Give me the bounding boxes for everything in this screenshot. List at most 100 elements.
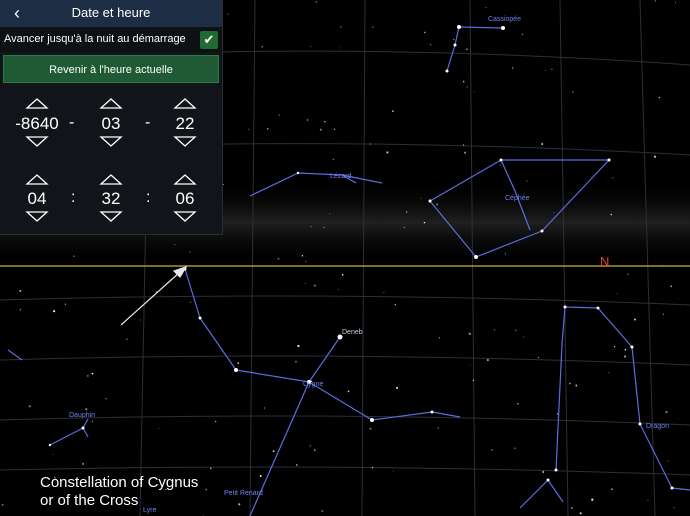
bright-star bbox=[453, 43, 457, 47]
star bbox=[238, 503, 241, 506]
checkmark-icon[interactable]: ✔ bbox=[200, 31, 218, 49]
star bbox=[553, 212, 555, 214]
star bbox=[523, 336, 525, 338]
star bbox=[436, 203, 439, 206]
constellation-line bbox=[454, 26, 460, 46]
hour-up-icon[interactable] bbox=[25, 174, 49, 185]
night-option-row[interactable]: Avancer jusqu'à la nuit au démarrage ✔ bbox=[0, 28, 222, 52]
label-lezard: Lézard bbox=[330, 173, 352, 180]
star bbox=[403, 227, 405, 229]
constellation-line bbox=[371, 411, 433, 421]
star bbox=[514, 329, 517, 332]
minute-value[interactable]: 32 bbox=[91, 189, 131, 209]
star bbox=[264, 407, 266, 409]
constellation-line bbox=[671, 487, 690, 491]
star bbox=[82, 462, 84, 465]
constellation-line bbox=[639, 423, 673, 489]
year-down-icon[interactable] bbox=[25, 136, 49, 147]
constellation-line bbox=[7, 349, 23, 361]
hour-value[interactable]: 04 bbox=[17, 189, 57, 209]
bright-star bbox=[499, 158, 503, 162]
star bbox=[394, 303, 396, 306]
label-petit-renard: Petit Renard bbox=[224, 490, 263, 497]
day-down-icon[interactable] bbox=[173, 136, 197, 147]
star bbox=[406, 211, 408, 213]
constellation-line bbox=[184, 268, 201, 319]
star bbox=[310, 46, 312, 47]
star bbox=[438, 337, 441, 339]
bright-star bbox=[198, 316, 202, 320]
star bbox=[332, 158, 334, 160]
star bbox=[85, 408, 88, 411]
day-up-icon[interactable] bbox=[173, 98, 197, 109]
second-down-icon[interactable] bbox=[173, 211, 197, 222]
constellation-line bbox=[555, 343, 563, 471]
star bbox=[337, 288, 339, 290]
day-value[interactable]: 22 bbox=[165, 114, 205, 134]
star bbox=[310, 226, 312, 228]
star bbox=[486, 359, 489, 361]
label-dauphin: Dauphin bbox=[69, 412, 95, 419]
bright-star bbox=[554, 468, 558, 472]
bright-star bbox=[428, 199, 432, 203]
star bbox=[491, 449, 493, 451]
hour-down-icon[interactable] bbox=[25, 211, 49, 222]
reset-time-button[interactable]: Revenir à l'heure actuelle bbox=[3, 55, 219, 83]
star bbox=[512, 67, 514, 69]
star bbox=[174, 244, 176, 246]
star bbox=[485, 7, 487, 8]
star bbox=[323, 120, 326, 123]
star bbox=[665, 410, 668, 414]
month-up-icon[interactable] bbox=[99, 98, 123, 109]
star bbox=[158, 428, 160, 430]
star bbox=[466, 86, 468, 88]
star bbox=[259, 475, 262, 477]
bright-star bbox=[638, 422, 642, 426]
month-value[interactable]: 03 bbox=[91, 114, 131, 134]
month-down-icon[interactable] bbox=[99, 136, 123, 147]
annotation-arrow-icon bbox=[120, 265, 188, 326]
star bbox=[305, 260, 307, 262]
second-up-icon[interactable] bbox=[173, 174, 197, 185]
star bbox=[267, 128, 269, 130]
constellation-line bbox=[564, 306, 599, 309]
star bbox=[297, 344, 300, 348]
star bbox=[64, 303, 67, 305]
star bbox=[329, 213, 331, 215]
star bbox=[437, 427, 440, 429]
bright-star bbox=[370, 418, 374, 422]
bright-star bbox=[546, 478, 550, 482]
star bbox=[91, 420, 94, 423]
star bbox=[347, 390, 350, 393]
star bbox=[189, 251, 191, 253]
second-value[interactable]: 06 bbox=[165, 189, 205, 209]
star bbox=[537, 357, 539, 359]
star bbox=[465, 48, 468, 51]
star bbox=[551, 68, 553, 70]
star bbox=[627, 273, 629, 275]
constellation-line bbox=[82, 418, 89, 429]
time-separator-1: : bbox=[71, 189, 76, 206]
star bbox=[499, 164, 501, 166]
star bbox=[91, 372, 94, 375]
year-up-icon[interactable] bbox=[25, 98, 49, 109]
star bbox=[248, 128, 250, 130]
constellation-line bbox=[519, 479, 549, 509]
star bbox=[610, 213, 613, 216]
star bbox=[494, 329, 496, 331]
star bbox=[313, 449, 316, 451]
star bbox=[541, 143, 544, 145]
minute-down-icon[interactable] bbox=[99, 211, 123, 222]
star bbox=[429, 43, 432, 46]
bright-star bbox=[430, 410, 434, 414]
star bbox=[338, 47, 340, 49]
year-value[interactable]: -8640 bbox=[8, 114, 66, 134]
star bbox=[383, 292, 385, 294]
star bbox=[462, 80, 465, 83]
star bbox=[612, 177, 614, 179]
minute-up-icon[interactable] bbox=[99, 174, 123, 185]
constellation-line bbox=[82, 427, 89, 438]
star bbox=[372, 26, 374, 28]
star bbox=[624, 349, 627, 351]
bright-star bbox=[540, 229, 544, 233]
